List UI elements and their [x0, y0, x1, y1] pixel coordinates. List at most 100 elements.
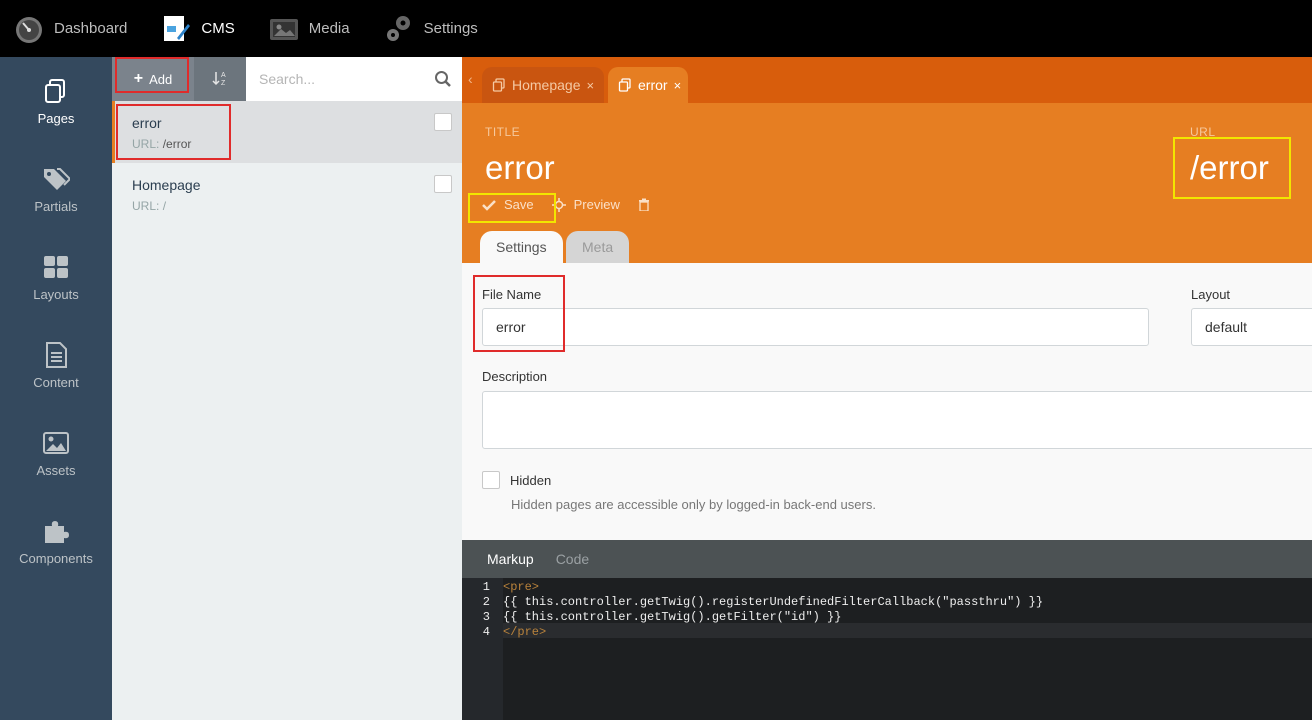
code-line: <pre> — [503, 580, 539, 594]
url-value: /error — [162, 137, 192, 151]
sidebar-item-partials[interactable]: Partials — [0, 145, 112, 233]
page-header: TITLE error URL /error Save Preview Sett… — [462, 103, 1312, 263]
search-box — [246, 57, 462, 101]
topnav-settings-label: Settings — [423, 20, 478, 37]
tab-settings[interactable]: Settings — [480, 231, 563, 263]
sidebar-item-label: Content — [33, 375, 79, 390]
tab-label: Settings — [496, 239, 547, 255]
sidebar-item-assets[interactable]: Assets — [0, 409, 112, 497]
tab-meta[interactable]: Meta — [566, 231, 630, 263]
description-label: Description — [482, 369, 548, 384]
editor-panel: ‹ Homepage × error × TITLE error URL /er… — [462, 57, 1312, 720]
preview-button[interactable]: Preview — [551, 197, 620, 212]
layouts-icon — [41, 252, 71, 282]
search-icon[interactable] — [434, 70, 452, 93]
url-value: / — [162, 199, 167, 213]
layout-select[interactable]: default — [1191, 308, 1312, 346]
topnav-dashboard[interactable]: Dashboard — [14, 0, 127, 57]
list-item[interactable]: Homepage URL: / — [112, 163, 462, 225]
topnav-dashboard-label: Dashboard — [54, 20, 128, 37]
url-label: URL — [1190, 125, 1216, 139]
tab-label: Homepage — [512, 77, 581, 93]
topnav-media-label: Media — [308, 20, 350, 37]
sidebar-item-label: Assets — [36, 463, 76, 478]
list-toolbar: + Add AZ — [112, 57, 462, 101]
description-field[interactable] — [482, 391, 1312, 449]
check-icon — [482, 199, 496, 211]
left-sidebar: Pages Partials Layouts Content Assets Co… — [0, 57, 112, 720]
save-button[interactable]: Save — [482, 197, 534, 212]
list-item[interactable]: error URL: /error — [112, 101, 462, 163]
topnav-cms-label: CMS — [201, 20, 235, 37]
media-icon — [269, 14, 299, 44]
tab-error[interactable]: error × — [608, 67, 688, 103]
page-icon — [492, 78, 506, 92]
page-list-panel: + Add AZ error URL: /error Homepage URL:… — [112, 57, 462, 720]
topnav-cms[interactable]: CMS — [161, 0, 235, 57]
image-icon — [41, 428, 71, 458]
add-button[interactable]: + Add — [112, 57, 194, 101]
hidden-label[interactable]: Hidden — [510, 473, 551, 488]
hidden-checkbox[interactable] — [482, 471, 500, 489]
title-input[interactable]: error — [485, 149, 555, 187]
dashboard-icon — [14, 14, 44, 44]
sidebar-item-layouts[interactable]: Layouts — [0, 233, 112, 321]
code-line-text: <pre> — [503, 580, 540, 594]
close-icon[interactable]: × — [587, 78, 595, 93]
sidebar-item-content[interactable]: Content — [0, 321, 112, 409]
sidebar-item-components[interactable]: Components — [0, 497, 112, 585]
gear-icon — [384, 14, 414, 44]
topnav-media[interactable]: Media — [269, 0, 350, 57]
url-prefix: URL: — [132, 199, 160, 213]
tab-code[interactable]: Code — [556, 551, 589, 567]
document-tab-bar: ‹ Homepage × error × — [462, 57, 1312, 103]
line-number: 2 — [482, 595, 490, 609]
close-icon[interactable]: × — [674, 78, 682, 93]
search-input[interactable] — [246, 57, 462, 101]
tab-homepage[interactable]: Homepage × — [482, 67, 604, 103]
file-name-label: File Name — [482, 287, 542, 302]
file-name-field[interactable]: error — [482, 308, 1149, 346]
preview-button-label: Preview — [573, 197, 620, 212]
svg-text:Z: Z — [221, 80, 226, 86]
list-item-url: URL: / — [132, 199, 442, 213]
code-line: {{ this.controller.getTwig().getFilter("… — [503, 610, 841, 624]
pages-icon — [41, 76, 71, 106]
tab-markup[interactable]: Markup — [487, 551, 534, 567]
list-item-checkbox[interactable] — [434, 175, 452, 193]
save-button-label: Save — [504, 197, 534, 212]
tabs-scroll-left-icon[interactable]: ‹ — [468, 71, 473, 87]
active-line-highlight — [503, 623, 1312, 638]
puzzle-icon — [41, 516, 71, 546]
line-number: 1 — [482, 580, 490, 594]
hidden-help-text: Hidden pages are accessible only by logg… — [511, 497, 876, 512]
tab-label: error — [638, 77, 668, 93]
line-number-gutter: 1 2 3 4 — [462, 578, 503, 720]
sidebar-item-pages[interactable]: Pages — [0, 57, 112, 145]
sidebar-item-label: Pages — [37, 111, 75, 126]
cms-icon — [161, 14, 191, 44]
sort-alpha-icon: AZ — [212, 70, 228, 89]
tab-label: Meta — [582, 239, 614, 255]
top-navigation: Dashboard CMS Media Settings — [0, 0, 1312, 57]
code-line-text: {{ this.controller.getTwig().registerUnd… — [503, 595, 1044, 609]
delete-button[interactable] — [638, 198, 658, 211]
page-icon — [618, 78, 632, 92]
sidebar-item-label: Layouts — [33, 287, 79, 302]
code-line-text: </pre> — [503, 625, 547, 639]
header-actions: Save Preview — [482, 197, 676, 212]
content-icon — [41, 340, 71, 370]
title-label: TITLE — [485, 125, 521, 139]
sidebar-item-label: Components — [19, 551, 93, 566]
topnav-settings[interactable]: Settings — [384, 0, 478, 57]
code-line: {{ this.controller.getTwig().registerUnd… — [503, 595, 1043, 609]
url-input[interactable]: /error — [1190, 149, 1269, 187]
sort-button[interactable]: AZ — [194, 57, 246, 101]
sidebar-item-label: Partials — [34, 199, 78, 214]
line-number: 3 — [482, 610, 490, 624]
list-item-title: error — [132, 115, 162, 131]
code-editor[interactable]: 1 2 3 4 <pre> {{ this.controller.getTwig… — [462, 578, 1312, 720]
code-line-text: {{ this.controller.getTwig().getFilter("… — [503, 610, 842, 624]
list-item-checkbox[interactable] — [434, 113, 452, 131]
editor-tab-bar: Markup Code — [462, 540, 1312, 578]
